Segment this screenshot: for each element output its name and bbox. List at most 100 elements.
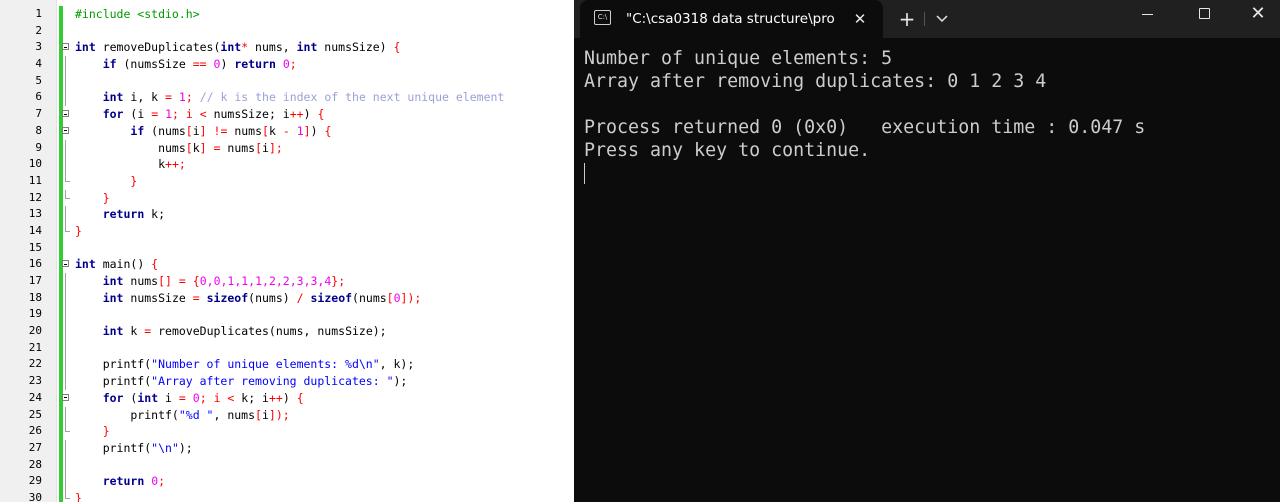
fold-toggle-icon[interactable] — [62, 123, 72, 140]
line-number: 14 — [28, 223, 42, 237]
fold-line-marker — [62, 289, 72, 307]
line-number: 20 — [28, 324, 42, 338]
code-line: 18 int numsSize = sizeof(nums) / sizeof(… — [0, 289, 574, 307]
code-token: ] — [268, 407, 276, 422]
code-token: = — [165, 90, 172, 105]
terminal-output[interactable]: Number of unique elements: 5 Array after… — [584, 47, 1274, 184]
code-token: if — [102, 57, 117, 72]
code-text: printf("\n"); — [75, 440, 193, 457]
tab-dropdown-button[interactable] — [932, 8, 952, 30]
code-token: k — [75, 157, 166, 172]
code-token: printf( — [75, 374, 152, 389]
fold-line-marker — [62, 356, 72, 374]
code-token: k; i — [234, 390, 269, 405]
fold-line-marker — [62, 206, 72, 223]
code-token: ); — [393, 374, 408, 389]
code-line: 2 — [0, 23, 574, 40]
fold-line-marker — [62, 473, 72, 490]
line-number: 27 — [28, 440, 42, 454]
code-token: sizeof — [206, 290, 249, 305]
fold-line-marker — [62, 339, 72, 357]
code-token: ) — [303, 107, 318, 122]
code-token: int — [102, 290, 124, 305]
code-token: int — [296, 40, 318, 55]
code-token: (nums — [352, 290, 387, 305]
code-text: #include <stdio.h> — [75, 6, 200, 23]
code-line: 21 — [0, 339, 574, 357]
fold-line-marker — [62, 439, 72, 457]
fold-toggle-icon[interactable] — [62, 106, 72, 123]
code-token: printf( — [75, 407, 179, 422]
fold-toggle-icon[interactable] — [62, 390, 72, 407]
fold-toggle-icon[interactable] — [62, 39, 72, 56]
line-number: 13 — [28, 207, 42, 221]
code-token: int — [137, 390, 159, 405]
code-token: ); — [178, 440, 193, 455]
line-number: 25 — [28, 407, 42, 421]
code-token: [ — [255, 140, 263, 155]
code-token: return — [234, 57, 276, 72]
code-text: nums[k] = nums[i]; — [75, 140, 283, 157]
terminal-line: Array after removing duplicates: 0 1 2 3… — [584, 71, 1047, 92]
code-token: { — [317, 107, 325, 122]
code-token: i — [158, 390, 179, 405]
code-token: main() — [95, 257, 152, 272]
code-token: if — [130, 123, 145, 138]
code-token: ++ — [289, 107, 304, 122]
fold-line-marker — [62, 456, 72, 474]
code-token: removeDuplicates(nums, numsSize); — [151, 324, 387, 339]
code-token: 0 — [282, 57, 290, 72]
fold-toggle-icon[interactable] — [62, 256, 72, 273]
chevron-down-icon — [936, 15, 948, 23]
title-bar[interactable]: C:\ "C:\csa0318 data structure\pro ✕ + ✕ — [574, 0, 1280, 38]
line-number: 19 — [28, 307, 42, 321]
code-line: 3 int removeDuplicates(int* nums, int num… — [0, 39, 574, 56]
code-token: (i — [123, 107, 152, 122]
code-token: // k is the index of the next unique ele… — [199, 90, 505, 105]
code-token: ; — [289, 57, 297, 72]
line-number: 15 — [28, 240, 42, 254]
code-line: 10 k++; — [0, 156, 574, 173]
code-editor[interactable]: 1 #include <stdio.h> 2 3 int removeDuplicate… — [0, 0, 574, 502]
code-line: 17 int nums[] = {0,0,1,1,1,2,2,3,3,4}; — [0, 273, 574, 290]
code-line: 16 int main() { — [0, 256, 574, 273]
code-token: } — [130, 173, 138, 188]
code-token: ) — [310, 123, 325, 138]
line-number: 5 — [35, 73, 42, 87]
line-number: 12 — [28, 190, 42, 204]
code-line: 15 — [0, 240, 574, 257]
code-token: == — [192, 57, 207, 72]
close-window-button[interactable]: ✕ — [1238, 1, 1278, 27]
code-token: { — [324, 123, 332, 138]
line-number: 7 — [35, 107, 42, 121]
minimize-button[interactable] — [1128, 2, 1168, 26]
line-number: 1 — [35, 7, 42, 20]
code-token: int — [75, 257, 96, 272]
terminal-tab[interactable]: C:\ "C:\csa0318 data structure\pro ✕ — [580, 0, 883, 38]
new-tab-button[interactable]: + — [894, 8, 920, 30]
code-token: for — [102, 107, 124, 122]
fold-line-marker — [62, 156, 72, 173]
code-token: sizeof — [310, 290, 353, 305]
console-window[interactable]: C:\ "C:\csa0318 data structure\pro ✕ + ✕… — [574, 0, 1280, 502]
code-token: k — [192, 140, 200, 155]
close-tab-icon[interactable]: ✕ — [850, 9, 870, 29]
code-token: ] — [199, 140, 207, 155]
line-number: 16 — [28, 257, 42, 271]
code-token: k — [268, 123, 283, 138]
code-token: removeDuplicates( — [95, 40, 221, 55]
line-number: 3 — [35, 40, 42, 54]
code-token: nums — [75, 140, 186, 155]
maximize-button[interactable] — [1184, 2, 1224, 26]
code-line: 12 } — [0, 189, 574, 207]
line-number: 26 — [28, 424, 42, 438]
